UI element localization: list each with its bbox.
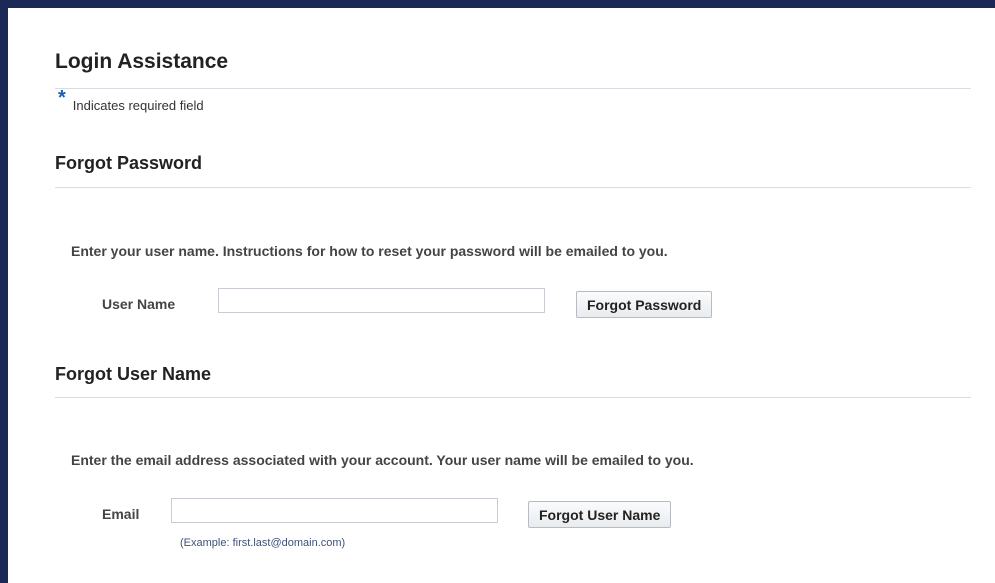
title-divider	[55, 88, 971, 89]
forgot-password-divider	[55, 187, 971, 188]
forgot-password-heading: Forgot Password	[55, 153, 203, 173]
email-input[interactable]	[171, 498, 498, 523]
forgot-username-instructions: Enter the email address associated with …	[71, 452, 694, 468]
page-frame: Login Assistance * Indicates required fi…	[0, 0, 995, 583]
email-example-hint: (Example: first.last@domain.com)	[180, 537, 346, 549]
required-field-text: Indicates required field	[72, 98, 204, 113]
frame-edge	[970, 8, 995, 16]
email-label: Email	[102, 506, 140, 522]
required-field-note: * Indicates required field	[58, 87, 204, 114]
forgot-password-instructions: Enter your user name. Instructions for h…	[71, 243, 668, 259]
user-name-label: User Name	[102, 296, 176, 312]
forgot-user-name-button[interactable]: Forgot User Name	[528, 501, 672, 528]
required-asterisk-icon: *	[58, 87, 66, 109]
forgot-password-button[interactable]: Forgot Password	[576, 291, 713, 318]
forgot-username-heading: Forgot User Name	[55, 364, 212, 384]
user-name-input[interactable]	[218, 288, 545, 313]
forgot-username-divider	[55, 397, 971, 398]
page-title: Login Assistance	[55, 50, 229, 73]
